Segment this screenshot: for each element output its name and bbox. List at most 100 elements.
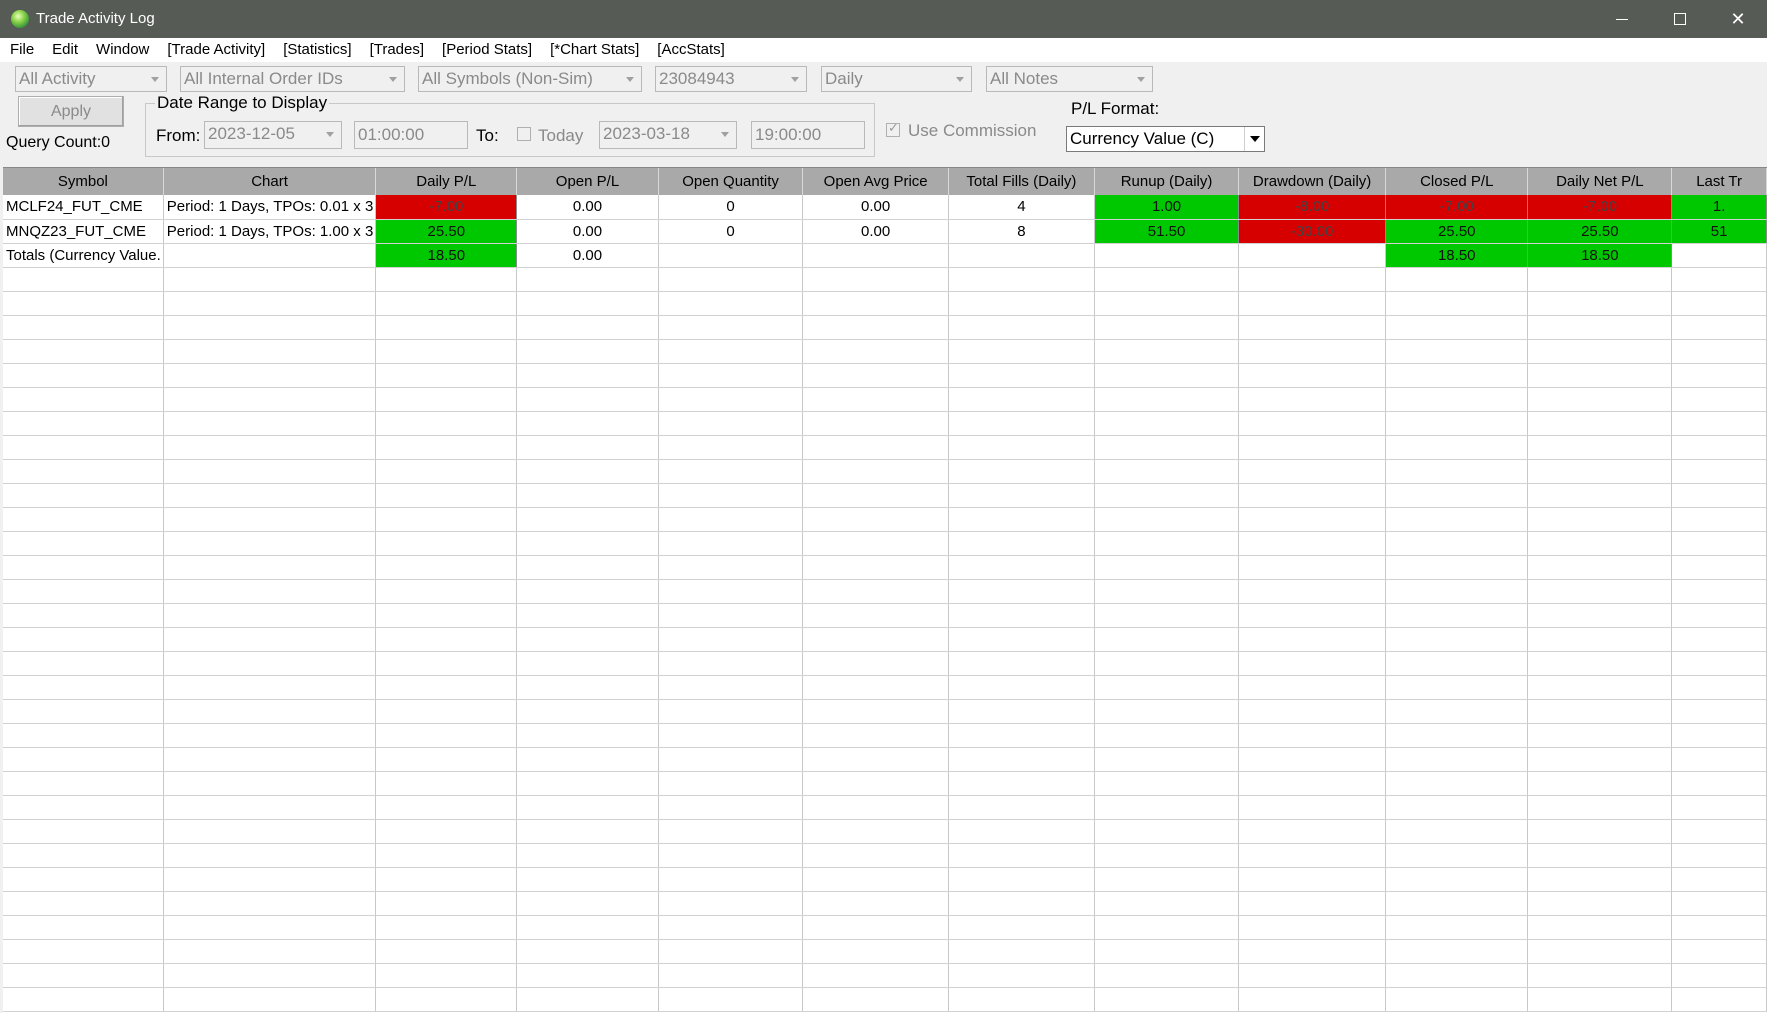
empty-row[interactable]: [3, 795, 1767, 820]
table-cell[interactable]: 51.50: [1094, 219, 1240, 244]
empty-cell[interactable]: [516, 579, 659, 604]
empty-cell[interactable]: [163, 387, 377, 412]
empty-cell[interactable]: [1238, 675, 1387, 700]
empty-cell[interactable]: [658, 435, 804, 460]
from-time-input[interactable]: 01:00:00: [354, 121, 468, 149]
empty-cell[interactable]: [802, 555, 949, 580]
pl-format-select[interactable]: Currency Value (C): [1066, 126, 1265, 152]
empty-cell[interactable]: [3, 771, 164, 796]
empty-cell[interactable]: [948, 531, 1095, 556]
empty-cell[interactable]: [1671, 771, 1767, 796]
empty-cell[interactable]: [375, 891, 518, 916]
empty-cell[interactable]: [1527, 795, 1673, 820]
empty-row[interactable]: [3, 891, 1767, 916]
empty-cell[interactable]: [1671, 747, 1767, 772]
empty-cell[interactable]: [1385, 891, 1529, 916]
empty-cell[interactable]: [375, 795, 518, 820]
use-commission-checkbox[interactable]: [886, 121, 900, 137]
empty-cell[interactable]: [1094, 987, 1240, 1012]
empty-cell[interactable]: [1527, 843, 1673, 868]
empty-cell[interactable]: [163, 291, 377, 316]
column-header-last-trade[interactable]: Last Tr: [1671, 168, 1767, 195]
empty-cell[interactable]: [1671, 507, 1767, 532]
empty-cell[interactable]: [1527, 363, 1673, 388]
empty-cell[interactable]: [658, 531, 804, 556]
empty-cell[interactable]: [516, 867, 659, 892]
empty-row[interactable]: [3, 603, 1767, 628]
empty-cell[interactable]: [658, 339, 804, 364]
empty-cell[interactable]: [3, 579, 164, 604]
empty-cell[interactable]: [1671, 819, 1767, 844]
menu-trades[interactable]: [Trades]: [361, 38, 433, 62]
empty-cell[interactable]: [1671, 387, 1767, 412]
empty-cell[interactable]: [375, 363, 518, 388]
empty-cell[interactable]: [658, 867, 804, 892]
empty-cell[interactable]: [802, 771, 949, 796]
empty-cell[interactable]: [658, 795, 804, 820]
empty-row[interactable]: [3, 267, 1767, 292]
empty-cell[interactable]: [948, 891, 1095, 916]
empty-cell[interactable]: [1527, 531, 1673, 556]
empty-cell[interactable]: [1527, 579, 1673, 604]
table-row[interactable]: Totals (Currency Value. 18.50 0.00 18.50 18.…: [3, 243, 1767, 268]
empty-cell[interactable]: [1094, 579, 1240, 604]
table-cell[interactable]: [948, 243, 1095, 268]
empty-cell[interactable]: [1527, 915, 1673, 940]
empty-cell[interactable]: [948, 843, 1095, 868]
empty-row[interactable]: [3, 699, 1767, 724]
empty-cell[interactable]: [516, 555, 659, 580]
empty-cell[interactable]: [1527, 603, 1673, 628]
empty-cell[interactable]: [948, 603, 1095, 628]
empty-cell[interactable]: [163, 987, 377, 1012]
empty-cell[interactable]: [1094, 795, 1240, 820]
empty-cell[interactable]: [658, 603, 804, 628]
empty-cell[interactable]: [948, 915, 1095, 940]
empty-cell[interactable]: [3, 963, 164, 988]
table-cell[interactable]: 18.50: [1385, 243, 1529, 268]
empty-cell[interactable]: [3, 699, 164, 724]
empty-cell[interactable]: [3, 747, 164, 772]
empty-cell[interactable]: [1527, 435, 1673, 460]
empty-cell[interactable]: [163, 579, 377, 604]
empty-cell[interactable]: [375, 507, 518, 532]
empty-cell[interactable]: [163, 891, 377, 916]
empty-cell[interactable]: [375, 579, 518, 604]
empty-cell[interactable]: [658, 963, 804, 988]
empty-cell[interactable]: [516, 267, 659, 292]
empty-cell[interactable]: [3, 411, 164, 436]
menu-acc-stats[interactable]: [AccStats]: [648, 38, 734, 62]
empty-cell[interactable]: [1385, 627, 1529, 652]
empty-cell[interactable]: [1527, 507, 1673, 532]
empty-cell[interactable]: [1671, 843, 1767, 868]
empty-cell[interactable]: [163, 315, 377, 340]
empty-row[interactable]: [3, 771, 1767, 796]
empty-cell[interactable]: [1527, 315, 1673, 340]
empty-cell[interactable]: [163, 603, 377, 628]
empty-cell[interactable]: [1527, 963, 1673, 988]
empty-cell[interactable]: [802, 675, 949, 700]
empty-cell[interactable]: [1385, 723, 1529, 748]
empty-cell[interactable]: [375, 915, 518, 940]
empty-cell[interactable]: [1238, 867, 1387, 892]
empty-cell[interactable]: [1385, 675, 1529, 700]
column-header-closed-pl[interactable]: Closed P/L: [1385, 168, 1529, 195]
empty-cell[interactable]: [516, 507, 659, 532]
empty-row[interactable]: [3, 579, 1767, 604]
empty-cell[interactable]: [658, 267, 804, 292]
empty-cell[interactable]: [163, 627, 377, 652]
empty-cell[interactable]: [3, 819, 164, 844]
empty-cell[interactable]: [163, 435, 377, 460]
empty-cell[interactable]: [1238, 963, 1387, 988]
table-cell[interactable]: 25.50: [1385, 219, 1529, 244]
to-time-input[interactable]: 19:00:00: [751, 121, 865, 149]
empty-cell[interactable]: [1527, 387, 1673, 412]
empty-cell[interactable]: [1385, 315, 1529, 340]
column-header-symbol[interactable]: Symbol: [3, 168, 164, 195]
empty-cell[interactable]: [1238, 723, 1387, 748]
table-cell[interactable]: 51: [1671, 219, 1767, 244]
empty-cell[interactable]: [1527, 675, 1673, 700]
empty-cell[interactable]: [658, 939, 804, 964]
empty-cell[interactable]: [1094, 651, 1240, 676]
empty-cell[interactable]: [802, 483, 949, 508]
empty-cell[interactable]: [3, 627, 164, 652]
